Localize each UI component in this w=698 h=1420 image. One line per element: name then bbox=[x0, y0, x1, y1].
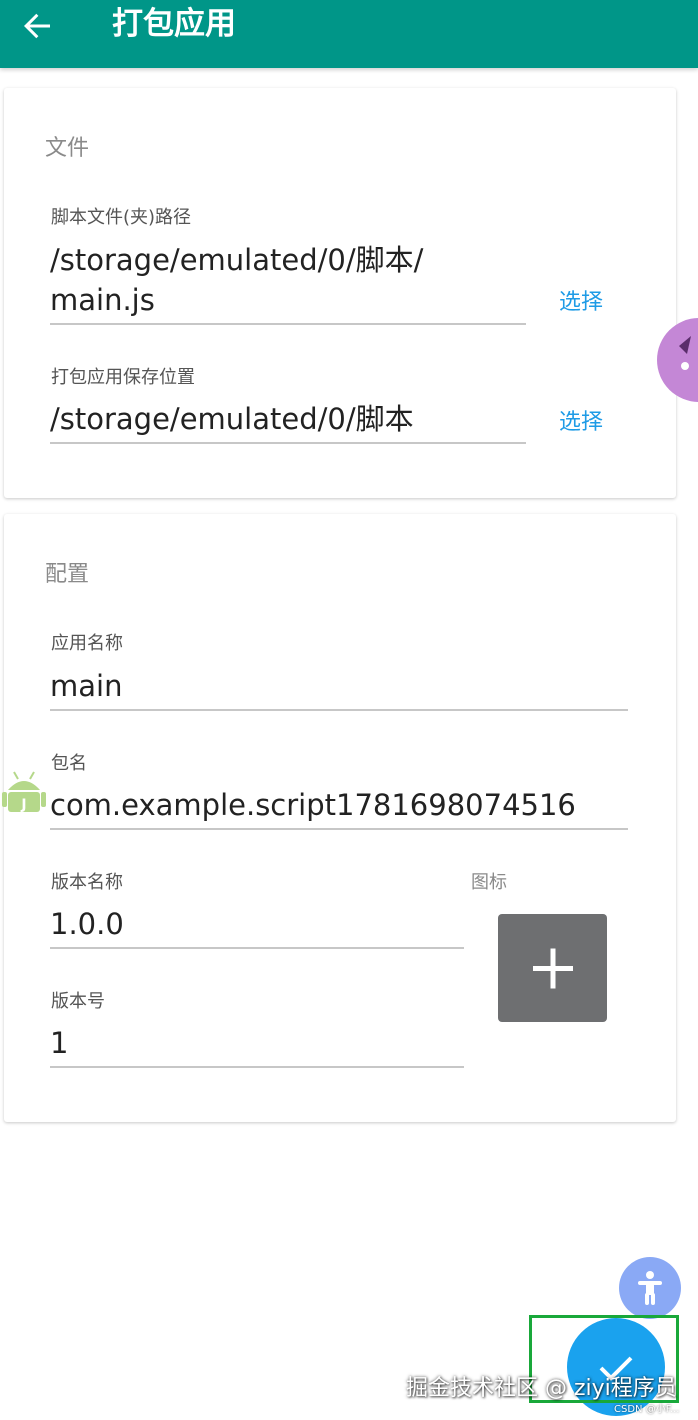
save-location-select-button[interactable]: 选择 bbox=[559, 404, 603, 436]
page-title: 打包应用 bbox=[112, 6, 236, 42]
save-location-label: 打包应用保存位置 bbox=[51, 367, 195, 388]
save-location-field[interactable]: /storage/emulated/0/脚本 bbox=[50, 399, 414, 439]
plus-icon bbox=[533, 948, 573, 989]
accessibility-button[interactable] bbox=[619, 1257, 681, 1319]
app-name-field[interactable]: main bbox=[50, 666, 122, 706]
add-icon-button[interactable] bbox=[498, 914, 607, 1022]
floating-bubble[interactable] bbox=[657, 318, 698, 402]
arrow-left-icon bbox=[24, 13, 50, 39]
page: 打包应用 文件 脚本文件(夹)路径 /storage/emulated/0/脚本… bbox=[0, 0, 698, 1420]
back-button[interactable] bbox=[18, 6, 58, 46]
svg-text:J: J bbox=[20, 797, 26, 813]
script-path-label: 脚本文件(夹)路径 bbox=[51, 207, 192, 228]
app-name-underline bbox=[50, 709, 628, 711]
accessibility-icon bbox=[638, 1271, 662, 1305]
icon-label: 图标 bbox=[471, 872, 507, 893]
bubble-dot-icon bbox=[679, 336, 691, 370]
package-name-underline bbox=[50, 828, 628, 830]
version-code-underline bbox=[50, 1066, 464, 1068]
app-bar: 打包应用 bbox=[0, 0, 698, 68]
package-name-label: 包名 bbox=[51, 753, 87, 774]
files-card: 文件 脚本文件(夹)路径 /storage/emulated/0/脚本/ mai… bbox=[4, 88, 676, 498]
watermark-small: CSDN @小F... bbox=[614, 1404, 680, 1415]
version-name-field[interactable]: 1.0.0 bbox=[50, 904, 124, 944]
watermark: 掘金技术社区 @ ziyi程序员 bbox=[406, 1376, 677, 1401]
save-location-underline bbox=[50, 442, 526, 444]
package-name-field[interactable]: com.example.script1781698074516 bbox=[50, 785, 576, 825]
script-path-select-button[interactable]: 选择 bbox=[559, 284, 603, 316]
version-code-label: 版本号 bbox=[51, 991, 105, 1012]
script-path-field[interactable]: /storage/emulated/0/脚本/ main.js bbox=[50, 240, 423, 320]
config-section-title: 配置 bbox=[45, 562, 90, 587]
android-icon: J bbox=[2, 768, 46, 818]
app-name-label: 应用名称 bbox=[51, 633, 123, 654]
files-section-title: 文件 bbox=[45, 136, 90, 161]
config-card: 配置 应用名称 main 包名 com.example.script178169… bbox=[4, 514, 676, 1122]
version-name-underline bbox=[50, 947, 464, 949]
version-code-field[interactable]: 1 bbox=[50, 1023, 68, 1063]
version-name-label: 版本名称 bbox=[51, 872, 123, 893]
script-path-underline bbox=[50, 323, 526, 325]
